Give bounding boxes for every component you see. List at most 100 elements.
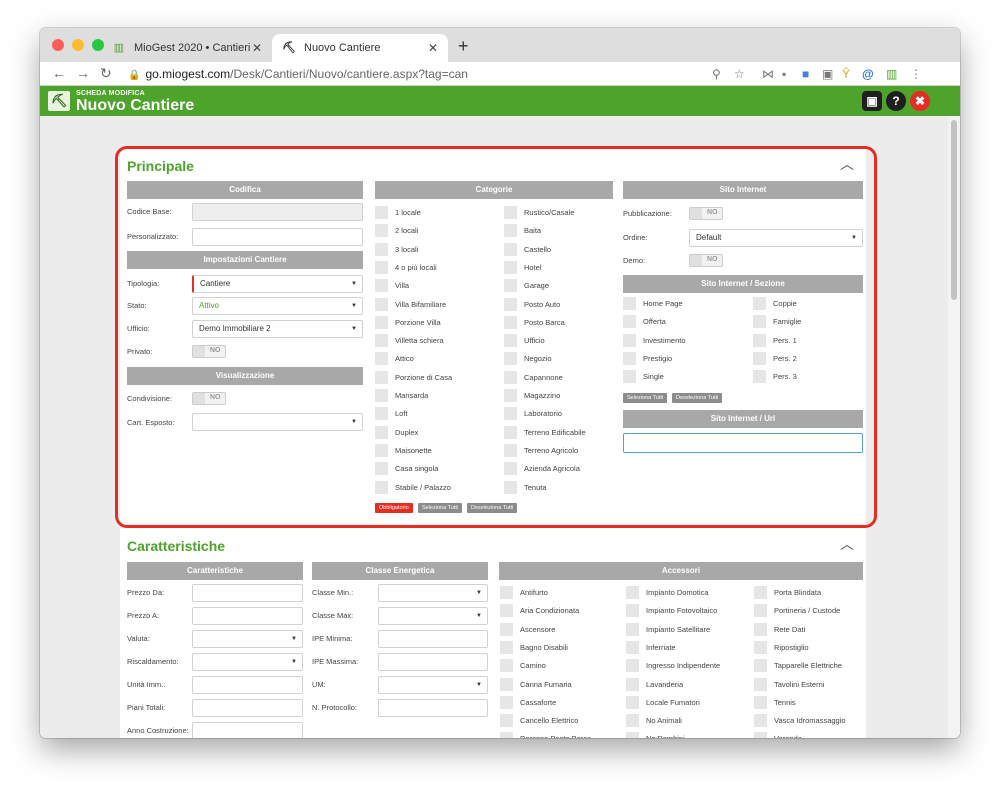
- url-field[interactable]: 🔒 go.miogest.com/Desk/Cantieri/Nuovo/cant…: [128, 67, 468, 81]
- checkbox[interactable]: [504, 352, 517, 366]
- field-input[interactable]: ▼: [192, 653, 303, 671]
- personalizzato-input[interactable]: [192, 228, 363, 246]
- checkbox[interactable]: [626, 714, 639, 728]
- close-tab-icon[interactable]: ✕: [428, 41, 438, 55]
- field-input[interactable]: ▼: [192, 630, 303, 648]
- checkbox[interactable]: [623, 315, 636, 329]
- checkbox[interactable]: [375, 462, 388, 476]
- field-input[interactable]: [192, 722, 303, 738]
- deseleziona-tutti-button[interactable]: Deseleziona Tutti: [467, 503, 518, 513]
- checkbox[interactable]: [375, 352, 388, 366]
- pubblicazione-toggle[interactable]: NO: [689, 207, 723, 220]
- checkbox[interactable]: [504, 315, 517, 329]
- checkbox[interactable]: [753, 370, 766, 384]
- collapse-chevron-icon[interactable]: ︿: [840, 534, 854, 554]
- checkbox[interactable]: [500, 586, 513, 599]
- close-icon[interactable]: ✖: [910, 91, 930, 111]
- extension-icon[interactable]: ⋈: [762, 67, 774, 81]
- checkbox[interactable]: [753, 315, 766, 329]
- field-input[interactable]: [378, 630, 488, 648]
- checkbox[interactable]: [754, 714, 767, 728]
- save-icon[interactable]: ▣: [862, 91, 882, 111]
- privato-toggle[interactable]: NO: [192, 345, 226, 358]
- checkbox[interactable]: [375, 224, 388, 238]
- checkbox[interactable]: [626, 604, 639, 618]
- stato-select[interactable]: Attivo ▼: [192, 297, 363, 315]
- checkbox[interactable]: [623, 351, 636, 365]
- checkbox[interactable]: [504, 260, 517, 274]
- checkbox[interactable]: [504, 443, 517, 457]
- extension-icon[interactable]: ▪: [782, 67, 786, 81]
- checkbox[interactable]: [500, 677, 513, 691]
- checkbox[interactable]: [626, 677, 639, 691]
- checkbox[interactable]: [375, 370, 388, 384]
- checkbox[interactable]: [375, 315, 388, 329]
- minimize-window-button[interactable]: [72, 39, 84, 51]
- checkbox[interactable]: [500, 622, 513, 636]
- checkbox[interactable]: [500, 695, 513, 709]
- checkbox[interactable]: [754, 640, 767, 654]
- email-extension-icon[interactable]: @: [862, 67, 874, 81]
- checkbox[interactable]: [504, 279, 517, 293]
- help-icon[interactable]: ?: [886, 91, 906, 111]
- checkbox[interactable]: [626, 586, 639, 599]
- checkbox[interactable]: [754, 604, 767, 618]
- vertical-scrollbar[interactable]: [948, 116, 960, 738]
- checkbox[interactable]: [500, 604, 513, 618]
- checkbox[interactable]: [754, 677, 767, 691]
- checkbox[interactable]: [504, 425, 517, 439]
- checkbox[interactable]: [504, 224, 517, 238]
- checkbox[interactable]: [375, 425, 388, 439]
- checkbox[interactable]: [754, 732, 767, 738]
- checkbox[interactable]: [626, 659, 639, 673]
- checkbox[interactable]: [500, 640, 513, 654]
- field-input[interactable]: [192, 676, 303, 694]
- sezione-deseleziona-tutti-button[interactable]: Deseleziona Tutti: [672, 393, 723, 403]
- checkbox[interactable]: [504, 370, 517, 384]
- field-input[interactable]: ▼: [378, 676, 488, 694]
- scrollbar-thumb[interactable]: [951, 120, 957, 300]
- field-input[interactable]: [378, 699, 488, 717]
- checkbox[interactable]: [504, 334, 517, 348]
- menu-kebab-icon[interactable]: ⋮: [910, 67, 922, 81]
- checkbox[interactable]: [375, 407, 388, 421]
- extension-icon[interactable]: Ŷ: [842, 67, 850, 81]
- checkbox[interactable]: [623, 333, 636, 347]
- field-input[interactable]: [192, 699, 303, 717]
- checkbox[interactable]: [504, 206, 517, 219]
- checkbox[interactable]: [754, 695, 767, 709]
- field-input[interactable]: ▼: [378, 584, 488, 602]
- checkbox[interactable]: [504, 407, 517, 421]
- checkbox[interactable]: [504, 389, 517, 402]
- checkbox[interactable]: [753, 333, 766, 347]
- tab-cantieri[interactable]: ▥ MioGest 2020 • Cantieri ✕: [102, 34, 272, 62]
- sezione-seleziona-tutti-button[interactable]: Seleziona Tutti: [623, 393, 668, 403]
- checkbox[interactable]: [753, 297, 766, 310]
- tab-nuovo-cantiere[interactable]: ⛏ Nuovo Cantiere ✕: [272, 34, 448, 62]
- checkbox[interactable]: [375, 443, 388, 457]
- checkbox[interactable]: [375, 297, 388, 311]
- checkbox[interactable]: [626, 695, 639, 709]
- sito-url-input[interactable]: [623, 433, 863, 453]
- checkbox[interactable]: [754, 659, 767, 673]
- checkbox[interactable]: [754, 586, 767, 599]
- miogest-extension-icon[interactable]: ▥: [886, 67, 897, 81]
- checkbox[interactable]: [504, 242, 517, 256]
- checkbox[interactable]: [504, 462, 517, 476]
- checkbox[interactable]: [504, 297, 517, 311]
- back-arrow-icon[interactable]: ←: [52, 65, 66, 81]
- checkbox[interactable]: [500, 714, 513, 728]
- field-input[interactable]: ▼: [378, 607, 488, 625]
- close-window-button[interactable]: [52, 39, 64, 51]
- checkbox[interactable]: [375, 260, 388, 274]
- checkbox[interactable]: [623, 297, 636, 310]
- checkbox[interactable]: [375, 242, 388, 256]
- extension-icon[interactable]: ▣: [822, 67, 833, 81]
- forward-arrow-icon[interactable]: →: [76, 65, 90, 81]
- field-input[interactable]: [378, 653, 488, 671]
- checkbox[interactable]: [375, 334, 388, 348]
- condivisione-toggle[interactable]: NO: [192, 392, 226, 405]
- tipologia-select[interactable]: Cantiere ▼: [192, 275, 363, 293]
- checkbox[interactable]: [500, 732, 513, 738]
- checkbox[interactable]: [375, 206, 388, 219]
